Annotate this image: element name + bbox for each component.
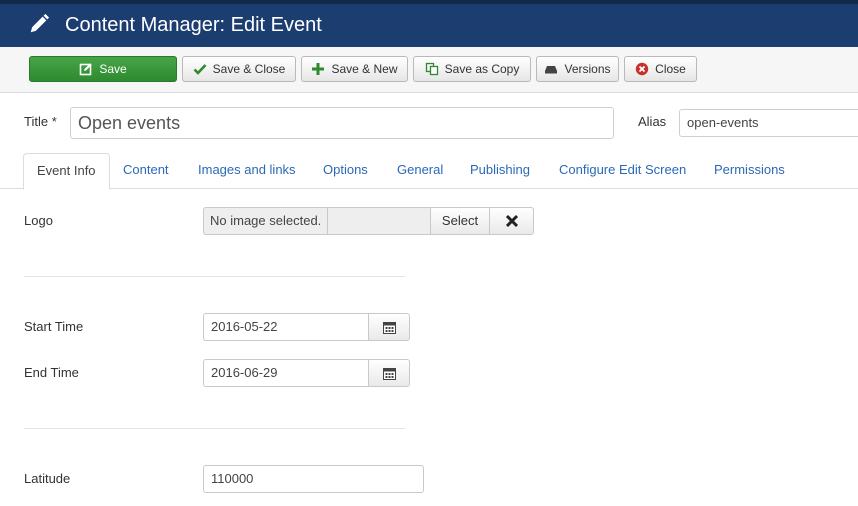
tab-content[interactable]: Content <box>123 153 169 189</box>
end-time-label: End Time <box>24 365 79 380</box>
logo-media-field: No image selected. Select <box>203 207 534 235</box>
edit-icon <box>80 63 92 76</box>
start-time-calendar-button[interactable] <box>368 313 410 341</box>
save-label: Save <box>99 62 127 76</box>
logo-label: Logo <box>24 213 53 228</box>
logo-preview-area <box>327 207 430 235</box>
title-label: Title * <box>24 114 57 129</box>
save-close-label: Save & Close <box>212 62 286 76</box>
alias-input[interactable]: open-events <box>679 109 858 137</box>
save-copy-label: Save as Copy <box>444 62 520 76</box>
divider <box>24 428 405 429</box>
divider <box>24 276 405 277</box>
tab-event-info[interactable]: Event Info <box>23 153 110 190</box>
tab-general[interactable]: General <box>397 153 443 189</box>
close-button[interactable]: Close <box>624 56 697 82</box>
plus-icon <box>312 63 325 75</box>
calendar-icon <box>382 367 396 380</box>
tab-images-links[interactable]: Images and links <box>198 153 296 189</box>
end-time-calendar-button[interactable] <box>368 359 410 387</box>
calendar-icon <box>382 321 396 334</box>
tab-bar: Event Info Content Images and links Opti… <box>0 153 858 190</box>
save-button[interactable]: Save <box>29 56 177 82</box>
start-time-field: 2016-05-22 <box>203 313 410 341</box>
latitude-input[interactable]: 110000 <box>203 465 424 493</box>
close-circle-icon <box>635 62 649 76</box>
close-icon <box>505 214 518 228</box>
tab-publishing[interactable]: Publishing <box>470 153 530 189</box>
tab-permissions[interactable]: Permissions <box>714 153 785 189</box>
alias-label: Alias <box>638 114 667 129</box>
pencil-icon <box>30 13 50 33</box>
page-title: Content Manager: Edit Event <box>65 14 322 36</box>
archive-icon <box>545 66 558 74</box>
save-close-button[interactable]: Save & Close <box>182 56 296 82</box>
versions-button[interactable]: Versions <box>536 56 619 82</box>
toolbar: Save Save & Close Save & New Save as Cop… <box>0 47 858 93</box>
logo-select-button[interactable]: Select <box>430 207 490 235</box>
save-copy-button[interactable]: Save as Copy <box>413 56 531 82</box>
page-header: Content Manager: Edit Event <box>0 0 858 47</box>
end-time-field: 2016-06-29 <box>203 359 410 387</box>
check-icon <box>193 64 207 75</box>
end-time-input[interactable]: 2016-06-29 <box>203 359 368 387</box>
close-label: Close <box>655 62 686 76</box>
start-time-label: Start Time <box>24 319 84 334</box>
start-time-input[interactable]: 2016-05-22 <box>203 313 368 341</box>
save-new-button[interactable]: Save & New <box>301 56 408 82</box>
copy-icon <box>425 62 438 76</box>
tab-options[interactable]: Options <box>323 153 368 189</box>
logo-clear-button[interactable] <box>490 207 534 235</box>
versions-label: Versions <box>564 62 611 76</box>
latitude-label: Latitude <box>24 471 71 486</box>
logo-preview-text: No image selected. <box>203 207 327 235</box>
title-input[interactable]: Open events <box>70 107 614 139</box>
tab-configure-edit-screen[interactable]: Configure Edit Screen <box>559 153 686 189</box>
save-new-label: Save & New <box>331 62 398 76</box>
